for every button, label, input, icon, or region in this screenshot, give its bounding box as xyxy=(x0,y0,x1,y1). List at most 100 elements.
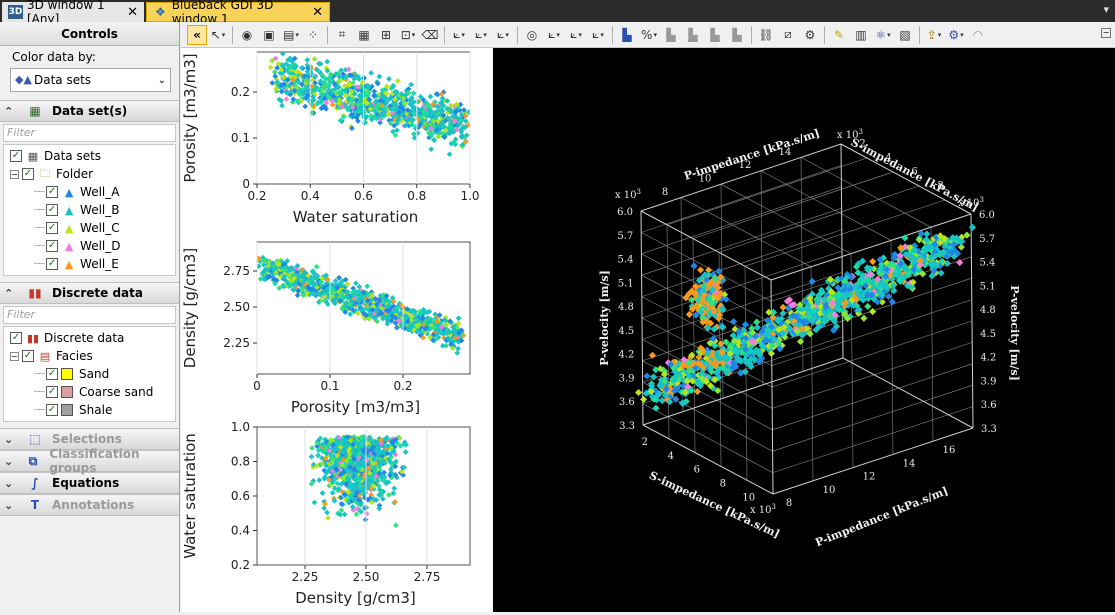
legend-icon[interactable]: ▧ xyxy=(896,26,914,44)
checkbox[interactable]: ✓ xyxy=(22,168,34,180)
tree-item-folder[interactable]: − ✓ 🗀 Folder xyxy=(4,165,175,183)
histogram-icon[interactable]: ▙ xyxy=(684,26,702,44)
equation-icon: ∫ xyxy=(31,476,39,490)
data-point xyxy=(860,314,868,322)
grid-options-icon[interactable]: ⊡ xyxy=(399,26,417,44)
histogram-icon[interactable]: ▙ xyxy=(728,26,746,44)
close-icon[interactable]: ✕ xyxy=(127,5,138,20)
well-icon: ▲ xyxy=(64,257,74,271)
histogram-icon[interactable]: ▙ xyxy=(662,26,680,44)
expand-icon[interactable]: ⌄ xyxy=(4,455,17,468)
line-chart-icon[interactable]: ⧄ xyxy=(779,26,797,44)
3d-window-icon: 3D xyxy=(8,5,23,19)
section-equation[interactable]: ⌄ ∫ Equations xyxy=(0,472,179,494)
settings-icon[interactable]: ⚙ xyxy=(947,26,965,44)
checkbox[interactable]: ✓ xyxy=(46,204,59,216)
crossplot-icon[interactable]: ⚛ xyxy=(874,26,892,44)
tree-item-facies-class[interactable]: ┄┄ ✓ Coarse sand xyxy=(4,383,175,401)
toolbar-separator xyxy=(517,25,518,44)
checkbox[interactable]: ✓ xyxy=(46,222,59,234)
scatter-icon[interactable]: ⁘ xyxy=(304,26,322,44)
checkbox[interactable]: ✓ xyxy=(46,386,59,398)
axis-icon[interactable]: ⟀ xyxy=(472,26,490,44)
color-by-dropdown[interactable]: ◆▲ Data sets ⌄ xyxy=(10,68,171,92)
tab-blueback-window[interactable]: ❖ Blueback GDI 3D window 1 ✕ xyxy=(146,0,330,26)
checkbox[interactable]: ✓ xyxy=(46,186,59,198)
color-by-value: Data sets xyxy=(34,73,92,87)
checkbox[interactable]: ✓ xyxy=(46,258,59,270)
toolbar-separator xyxy=(919,25,920,44)
3d-crossplot-svg[interactable]: 3.3 3.3 3.6 3.6 3.9 3.9 4.2 4.2 4.5 4.5 4.8 4.8 5.1 5… xyxy=(493,48,1115,612)
tree-item-facies-class[interactable]: ┄┄ ✓ Sand xyxy=(4,365,175,383)
checkbox[interactable]: ✓ xyxy=(46,404,59,416)
collapse-icon[interactable]: ⌃ xyxy=(4,287,18,300)
checkbox[interactable]: ✓ xyxy=(22,350,34,362)
pointer-icon[interactable]: ↖ xyxy=(209,26,227,44)
wifi-icon[interactable]: ◠ xyxy=(969,26,987,44)
expand-icon[interactable]: ⌄ xyxy=(4,499,18,512)
data-point xyxy=(869,308,877,316)
checkbox[interactable]: ✓ xyxy=(10,150,22,162)
grid-icon[interactable]: ⊞ xyxy=(377,26,395,44)
tree-item-facies-class[interactable]: ┄┄ ✓ Shale xyxy=(4,401,175,419)
eraser-icon[interactable]: ⌫ xyxy=(421,26,439,44)
expand-icon[interactable]: ⌄ xyxy=(4,433,18,446)
data-sets-filter-input[interactable]: Filter xyxy=(3,124,176,142)
color-swatch xyxy=(61,386,74,398)
expand-icon[interactable]: ⌄ xyxy=(4,477,18,490)
section-classification[interactable]: ⌄ ⧉ Classification groups xyxy=(0,447,179,475)
pencil-icon[interactable]: ✎ xyxy=(830,26,848,44)
window-icon[interactable]: ▣ xyxy=(260,26,278,44)
crossplot-3: 2.25 2.50 2.75 0.2 0.4 0.6 0.8 1.0 Density [g/cm… xyxy=(181,420,471,607)
section-discrete-data[interactable]: ⌃ ▮▮ Discrete data xyxy=(0,282,179,304)
table-icon[interactable]: ▦ xyxy=(355,26,373,44)
axis-icon[interactable]: ⟀ xyxy=(567,26,585,44)
axis-icon[interactable]: ⟀ xyxy=(545,26,563,44)
p-impedance-tick-top: 8 xyxy=(662,187,668,198)
link-icon[interactable]: ⛓ xyxy=(757,26,775,44)
3d-viewer[interactable]: 3.3 3.3 3.6 3.6 3.9 3.9 4.2 4.2 4.5 4.5 4.8 4.8 5.1 5… xyxy=(493,48,1115,612)
layout-icon[interactable]: ▤ xyxy=(282,26,300,44)
chart-settings-icon[interactable]: ⚙ xyxy=(801,26,819,44)
panel-icon[interactable]: ▥ xyxy=(852,26,870,44)
tab-3d-window[interactable]: 3D 3D window 1 [Any] ✕ xyxy=(2,0,144,26)
expand-icon[interactable]: − xyxy=(10,351,19,361)
data-point xyxy=(643,372,651,380)
tree-item-facies[interactable]: − ✓ ▤ Facies xyxy=(4,347,175,365)
tree-item-discrete-data[interactable]: ✓ ▮▮ Discrete data xyxy=(4,329,175,347)
expand-icon[interactable]: − xyxy=(10,169,19,179)
tree-item-well[interactable]: ┄┄ ✓ ▲ Well_D xyxy=(4,237,175,255)
bar-chart-icon: ▮▮ xyxy=(28,286,42,300)
discrete-filter-input[interactable]: Filter xyxy=(3,306,176,324)
percent-icon[interactable]: % xyxy=(640,26,658,44)
eye-icon[interactable]: ◉ xyxy=(238,26,256,44)
axis-icon[interactable]: ⟀ xyxy=(450,26,468,44)
section-annotation[interactable]: ⌄ T Annotations xyxy=(0,494,179,516)
export-icon[interactable]: ⇪ xyxy=(925,26,943,44)
x-tick-label: 1.0 xyxy=(460,189,479,203)
tree-connector: ┄┄ xyxy=(34,404,45,416)
grid-line xyxy=(642,403,773,473)
tree-item-data-sets[interactable]: ✓ ▦ Data sets xyxy=(4,147,175,165)
z-tick-label-left: 4.5 xyxy=(618,326,634,337)
checkbox[interactable]: ✓ xyxy=(46,368,59,380)
collapse-panel-button[interactable]: « xyxy=(187,24,207,45)
camera-icon[interactable]: ◎ xyxy=(523,26,541,44)
tree-item-well[interactable]: ┄┄ ✓ ▲ Well_A xyxy=(4,183,175,201)
tree-item-well[interactable]: ┄┄ ✓ ▲ Well_E xyxy=(4,255,175,273)
section-data-sets[interactable]: ⌃ ▦ Data set(s) xyxy=(0,100,179,122)
histogram-icon[interactable]: ▙ xyxy=(706,26,724,44)
z-tick-label-right: 5.4 xyxy=(979,258,995,269)
collapse-icon[interactable]: ⌃ xyxy=(4,105,18,118)
tree-item-well[interactable]: ┄┄ ✓ ▲ Well_C xyxy=(4,219,175,237)
tab-menu-icon[interactable]: ▾ xyxy=(1103,3,1109,16)
minimize-toolbar-icon[interactable]: − xyxy=(1101,28,1111,38)
tree-item-well[interactable]: ┄┄ ✓ ▲ Well_B xyxy=(4,201,175,219)
checkbox[interactable]: ✓ xyxy=(46,240,59,252)
close-icon[interactable]: ✕ xyxy=(312,5,323,20)
axis-icon[interactable]: ⟀ xyxy=(589,26,607,44)
checkbox[interactable]: ✓ xyxy=(10,332,22,344)
crop-icon[interactable]: ⌗ xyxy=(333,26,351,44)
axis-icon[interactable]: ⟀ xyxy=(494,26,512,44)
histogram-icon[interactable]: ▙ xyxy=(618,26,636,44)
